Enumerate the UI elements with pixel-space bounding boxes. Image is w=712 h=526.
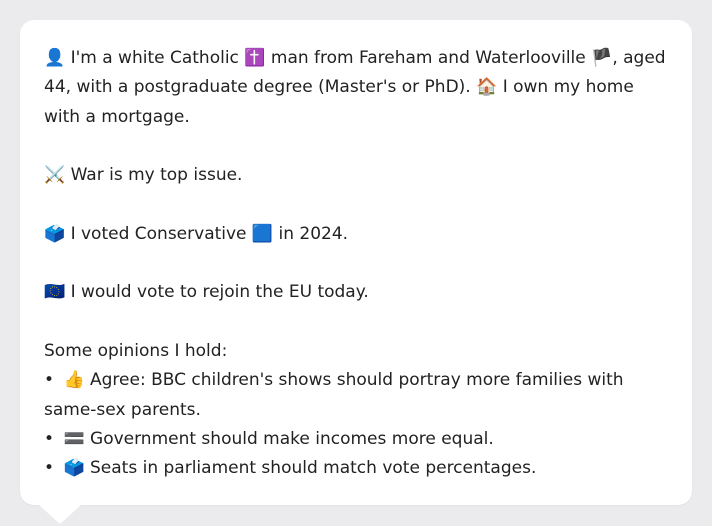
eu-line: 🇪🇺 I would vote to rejoin the EU today.	[44, 278, 668, 307]
bubble-tail	[38, 504, 82, 524]
equals-icon: 🟰	[63, 428, 85, 449]
profile-text-a: I'm a white Catholic	[70, 48, 239, 68]
opinion-item: • 🗳️ Seats in parliament should match vo…	[44, 454, 668, 483]
ballot-box-icon: 🗳️	[44, 223, 66, 244]
blue-square-icon: 🟦	[251, 223, 274, 244]
cross-icon: ✝️	[244, 48, 266, 68]
house-icon: 🏠	[476, 77, 498, 98]
thumbs-up-icon: 👍	[63, 370, 85, 391]
bullet-marker: •	[44, 428, 55, 449]
ballot-box-icon: 🗳️	[63, 458, 85, 479]
eu-flag-icon: 🇪🇺	[44, 282, 66, 303]
person-icon: 👤	[44, 48, 66, 68]
persona-message-bubble: 👤 I'm a white Catholic ✝️ man from Fareh…	[20, 20, 692, 505]
top-issue-line: ⚔️ War is my top issue.	[44, 161, 668, 190]
vote-line: 🗳️ I voted Conservative 🟦 in 2024.	[44, 220, 668, 249]
profile-text-b: man from Fareham and Waterlooville	[270, 48, 586, 68]
opinions-heading: Some opinions I hold:	[44, 340, 228, 361]
opinion-text: Agree: BBC children's shows should portr…	[44, 370, 624, 420]
eu-text: I would vote to rejoin the EU today.	[70, 282, 369, 303]
vote-text-a: I voted Conservative	[70, 223, 247, 244]
profile-paragraph: 👤 I'm a white Catholic ✝️ man from Fareh…	[44, 44, 668, 132]
england-flag-icon: 🏴	[591, 48, 613, 68]
crossed-swords-icon: ⚔️	[44, 165, 66, 186]
top-issue-text: War is my top issue.	[70, 165, 243, 186]
opinion-item: • 👍 Agree: BBC children's shows should p…	[44, 366, 668, 425]
opinion-text: Government should make incomes more equa…	[90, 428, 494, 449]
vote-text-b: in 2024.	[278, 223, 349, 244]
bullet-marker: •	[44, 370, 55, 391]
opinion-item: • 🟰 Government should make incomes more …	[44, 425, 668, 454]
opinion-text: Seats in parliament should match vote pe…	[90, 458, 537, 479]
bullet-marker: •	[44, 458, 55, 479]
